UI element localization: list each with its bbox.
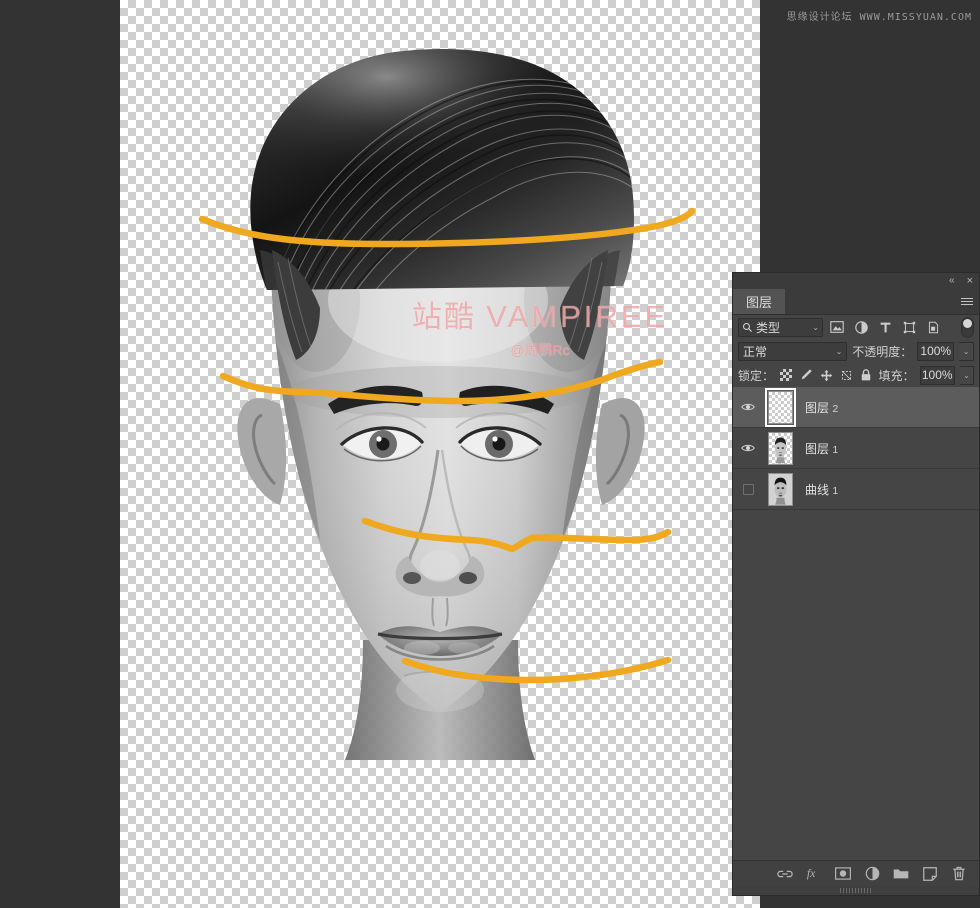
layers-panel: « × 图层 类型 ⌄ bbox=[732, 272, 980, 896]
filter-row: 类型 ⌄ bbox=[733, 315, 979, 339]
document-canvas[interactable]: 站酷 VAMPIREE @周鹏Rc bbox=[120, 0, 760, 908]
link-layers-icon[interactable] bbox=[777, 866, 793, 882]
opacity-label: 不透明度： bbox=[852, 343, 912, 360]
lock-row: 锁定： bbox=[733, 363, 979, 387]
layer-thumbnail[interactable] bbox=[768, 432, 793, 465]
layer-name[interactable]: 图层 2 bbox=[801, 399, 838, 416]
adjustment-filter-icon[interactable] bbox=[851, 318, 871, 337]
table-row[interactable]: 曲线 1 bbox=[733, 469, 979, 510]
table-row[interactable]: 图层 1 bbox=[733, 428, 979, 469]
opacity-stepper[interactable]: ⌄ bbox=[959, 342, 974, 361]
panel-tab-bar: 图层 bbox=[733, 289, 979, 315]
lock-all-icon[interactable] bbox=[859, 366, 874, 384]
filter-kind-select[interactable]: 类型 ⌄ bbox=[738, 318, 823, 337]
new-layer-icon[interactable] bbox=[922, 866, 938, 882]
chevron-down-icon: ⌄ bbox=[812, 323, 819, 332]
layer-visibility-toggle[interactable] bbox=[737, 443, 759, 453]
table-row[interactable]: 图层 2 bbox=[733, 387, 979, 428]
blend-mode-value: 正常 bbox=[743, 343, 836, 360]
layer-list[interactable]: 图层 2 bbox=[733, 387, 979, 860]
layer-name[interactable]: 图层 1 bbox=[801, 440, 838, 457]
eye-off-icon bbox=[743, 484, 754, 495]
collapse-icon[interactable]: « bbox=[949, 276, 955, 286]
panel-titlebar: « × bbox=[733, 273, 979, 289]
eye-icon bbox=[741, 443, 755, 453]
close-icon[interactable]: × bbox=[967, 276, 973, 287]
layer-thumbnail[interactable] bbox=[768, 473, 793, 506]
panel-footer: fx bbox=[733, 860, 979, 886]
opacity-value[interactable]: 100% bbox=[917, 342, 954, 361]
layer-name-index: 2 bbox=[832, 403, 838, 415]
shape-filter-icon[interactable] bbox=[899, 318, 919, 337]
layer-style-fx-icon[interactable]: fx bbox=[806, 866, 822, 882]
add-layer-mask-icon[interactable] bbox=[835, 866, 851, 882]
layer-name[interactable]: 曲线 1 bbox=[801, 481, 838, 498]
panel-menu-button[interactable] bbox=[955, 289, 979, 314]
blend-mode-select[interactable]: 正常 ⌄ bbox=[738, 342, 847, 361]
filter-kind-label: 类型 bbox=[756, 319, 809, 336]
delete-layer-icon[interactable] bbox=[951, 866, 967, 882]
panel-resize-grip[interactable] bbox=[733, 886, 979, 895]
lock-position-icon[interactable] bbox=[819, 366, 834, 384]
blend-row: 正常 ⌄ 不透明度： 100% ⌄ bbox=[733, 339, 979, 363]
thumbnail-portrait bbox=[769, 433, 792, 464]
layer-thumbnail[interactable] bbox=[768, 391, 793, 424]
smart-object-filter-icon[interactable] bbox=[923, 318, 943, 337]
fill-stepper[interactable]: ⌄ bbox=[960, 366, 974, 385]
chevron-down-icon: ⌄ bbox=[836, 347, 843, 356]
lock-image-icon[interactable] bbox=[799, 366, 814, 384]
thumbnail-portrait-full bbox=[769, 474, 792, 505]
eye-icon bbox=[741, 402, 755, 412]
hamburger-icon bbox=[961, 298, 973, 305]
new-adjustment-layer-icon[interactable] bbox=[864, 866, 880, 882]
fill-label: 填充： bbox=[879, 367, 915, 384]
grip-dots-icon bbox=[840, 888, 872, 893]
new-group-icon[interactable] bbox=[893, 866, 909, 882]
pixel-filter-icon[interactable] bbox=[827, 318, 847, 337]
type-filter-icon[interactable] bbox=[875, 318, 895, 337]
photoshop-window: 站酷 VAMPIREE @周鹏Rc 思缘设计论坛 WWW.MISSYUAN.CO… bbox=[0, 0, 980, 908]
layer-name-text: 曲线 bbox=[805, 483, 829, 497]
lock-label: 锁定： bbox=[738, 367, 774, 384]
layer-name-text: 图层 bbox=[805, 442, 829, 456]
search-icon bbox=[742, 322, 753, 333]
layer-visibility-toggle[interactable] bbox=[737, 402, 759, 412]
portrait-artwork bbox=[120, 0, 760, 908]
canvas-stage[interactable]: 站酷 VAMPIREE @周鹏Rc bbox=[120, 0, 760, 908]
fill-value[interactable]: 100% bbox=[920, 366, 955, 385]
forum-watermark: 思缘设计论坛 WWW.MISSYUAN.COM bbox=[787, 8, 972, 23]
layer-name-text: 图层 bbox=[805, 401, 829, 415]
svg-text:fx: fx bbox=[807, 868, 816, 880]
layer-thumbnail-cell[interactable] bbox=[759, 473, 801, 506]
layer-thumbnail-cell[interactable] bbox=[759, 391, 801, 424]
tab-filler bbox=[786, 289, 955, 314]
layer-thumbnail-cell[interactable] bbox=[759, 432, 801, 465]
filter-enable-toggle[interactable] bbox=[961, 317, 974, 338]
lock-artboard-icon[interactable] bbox=[839, 366, 854, 384]
tab-layers[interactable]: 图层 bbox=[733, 289, 786, 314]
panel-controls: 类型 ⌄ bbox=[733, 315, 979, 387]
layer-visibility-toggle[interactable] bbox=[737, 484, 759, 495]
layer-name-index: 1 bbox=[832, 444, 838, 456]
lock-transparency-icon[interactable] bbox=[779, 366, 794, 384]
layer-name-index: 1 bbox=[832, 485, 838, 497]
